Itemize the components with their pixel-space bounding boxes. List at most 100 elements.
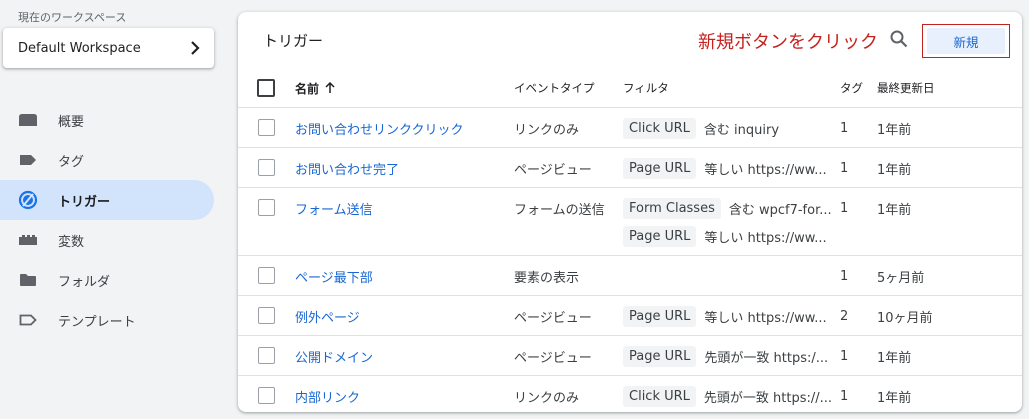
annotation-text: 新規ボタンをクリック: [698, 32, 878, 53]
chevron-right-icon: [191, 41, 200, 55]
overview-icon: [18, 110, 38, 130]
filter-variable-chip: Page URL: [623, 345, 697, 367]
table-row: 公開ドメイン ページビュー Page URL 先頭が一致 https:/... …: [238, 336, 1022, 376]
filter-condition: 含む wpcf7-for...: [728, 202, 832, 218]
tag-count: 1: [840, 268, 849, 284]
event-type: フォームの送信: [514, 202, 605, 218]
sidebar-item-templates[interactable]: テンプレート: [0, 300, 214, 340]
filter-variable-chip: Page URL: [623, 225, 697, 247]
filter-condition: 先頭が一致 https:/...: [704, 350, 829, 366]
sort-ascending-icon: [325, 82, 335, 93]
row-checkbox[interactable]: [258, 199, 275, 216]
table-row: お問い合わせ完了 ページビュー Page URL 等しい https://ww.…: [238, 148, 1022, 188]
last-updated: 10ヶ月前: [877, 310, 933, 326]
column-header-updated[interactable]: 最終更新日: [877, 68, 935, 108]
trigger-name-link[interactable]: お問い合わせ完了: [295, 148, 399, 188]
tag-count: 2: [840, 308, 849, 324]
filter-line: Form Classes 含む wpcf7-for...: [623, 194, 835, 222]
row-checkbox[interactable]: [258, 267, 275, 284]
search-icon[interactable]: [890, 30, 908, 48]
filter-variable-chip: Click URL: [623, 385, 696, 407]
variable-icon: [18, 230, 38, 250]
filter-variable-chip: Click URL: [623, 117, 696, 139]
table-header: 名前 イベントタイプ フィルタ タグ 最終更新日: [238, 68, 1022, 108]
filter-variable-chip: Page URL: [623, 305, 697, 327]
last-updated: 1年前: [877, 390, 912, 406]
select-all-checkbox[interactable]: [257, 79, 275, 97]
triggers-card: トリガー 新規 名前 イベントタイプ フィルタ タグ 最終更新日 お問い合わせリ…: [238, 12, 1022, 412]
filter-condition: 等しい https://ww...: [704, 310, 827, 326]
filter-cell: Page URL 等しい https://ww...: [623, 148, 835, 188]
filter-condition: 等しい https://ww...: [704, 230, 827, 246]
sidebar-item-label: タグ: [58, 154, 85, 170]
column-header-name[interactable]: 名前: [295, 68, 335, 108]
workspace-selector[interactable]: Default Workspace: [3, 28, 214, 68]
folder-icon: [18, 270, 38, 290]
tag-count: 1: [840, 120, 849, 136]
row-checkbox[interactable]: [258, 119, 275, 136]
row-checkbox[interactable]: [258, 347, 275, 364]
sidebar-item-label: 概要: [58, 114, 85, 130]
table-row: フォーム送信 フォームの送信 Form Classes 含む wpcf7-for…: [238, 188, 1022, 256]
filter-cell: Click URL 先頭が一致 https://...: [623, 376, 835, 412]
event-type: ページビュー: [514, 350, 592, 366]
last-updated: 1年前: [877, 350, 912, 366]
table-row: お問い合わせリンククリック リンクのみ Click URL 含む inquiry…: [238, 108, 1022, 148]
last-updated: 5ヶ月前: [877, 270, 925, 286]
trigger-name-link[interactable]: ページ最下部: [295, 256, 373, 296]
page-title: トリガー: [263, 32, 324, 50]
sidebar: 現在のワークスペース Default Workspace 概要 タグ トリガー: [0, 0, 222, 419]
event-type: リンクのみ: [514, 390, 580, 406]
sidebar-item-variables[interactable]: 変数: [0, 220, 214, 260]
table-row: ページ最下部 要素の表示 1 5ヶ月前: [238, 256, 1022, 296]
table-row: 内部リンク リンクのみ Click URL 先頭が一致 https://... …: [238, 376, 1022, 412]
tag-count: 1: [840, 200, 849, 216]
new-trigger-button[interactable]: 新規: [927, 28, 1005, 54]
filter-condition: 含む inquiry: [703, 122, 780, 138]
row-checkbox[interactable]: [258, 307, 275, 324]
row-checkbox[interactable]: [258, 387, 275, 404]
filter-variable-chip: Page URL: [623, 157, 697, 179]
trigger-name-link[interactable]: 公開ドメイン: [295, 336, 373, 376]
filter-condition: 等しい https://ww...: [704, 162, 827, 178]
tag-count: 1: [840, 160, 849, 176]
sidebar-item-tags[interactable]: タグ: [0, 140, 214, 180]
trigger-name-link[interactable]: お問い合わせリンククリック: [295, 108, 463, 148]
event-type: ページビュー: [514, 310, 592, 326]
column-header-event[interactable]: イベントタイプ: [514, 68, 595, 108]
sidebar-item-folders[interactable]: フォルダ: [0, 260, 214, 300]
filter-cell: Form Classes 含む wpcf7-for... Page URL 等し…: [623, 194, 835, 250]
sidebar-item-triggers[interactable]: トリガー: [0, 180, 214, 220]
sidebar-item-label: トリガー: [58, 194, 111, 210]
event-type: 要素の表示: [514, 270, 580, 286]
filter-variable-chip: Form Classes: [623, 197, 721, 219]
sidebar-item-label: フォルダ: [58, 274, 111, 290]
table-row: 例外ページ ページビュー Page URL 等しい https://ww... …: [238, 296, 1022, 336]
filter-cell: Page URL 等しい https://ww...: [623, 296, 835, 336]
filter-cell: Click URL 含む inquiry: [623, 108, 835, 148]
workspace-name: Default Workspace: [18, 40, 141, 56]
sidebar-nav: 概要 タグ トリガー 変数 フォルダ テンプレート: [0, 100, 214, 340]
column-header-filter: フィルタ: [623, 81, 669, 95]
sidebar-item-label: 変数: [58, 234, 85, 250]
filter-line: Page URL 等しい https://ww...: [623, 222, 835, 250]
event-type: リンクのみ: [514, 122, 580, 138]
sidebar-item-label: テンプレート: [58, 314, 136, 330]
last-updated: 1年前: [877, 122, 912, 138]
event-type: ページビュー: [514, 162, 592, 178]
workspace-label: 現在のワークスペース: [18, 11, 127, 24]
row-checkbox[interactable]: [258, 159, 275, 176]
trigger-name-link[interactable]: 例外ページ: [295, 296, 360, 336]
trigger-name-link[interactable]: 内部リンク: [295, 376, 360, 412]
tag-count: 1: [840, 348, 849, 364]
column-header-tag[interactable]: タグ: [840, 68, 863, 108]
sidebar-item-overview[interactable]: 概要: [0, 100, 214, 140]
trigger-name-link[interactable]: フォーム送信: [295, 188, 373, 228]
filter-condition: 先頭が一致 https://...: [703, 390, 833, 406]
tag-count: 1: [840, 388, 849, 404]
template-icon: [18, 310, 38, 330]
last-updated: 1年前: [877, 202, 912, 218]
filter-cell: Page URL 先頭が一致 https:/...: [623, 336, 835, 376]
triggers-table: 名前 イベントタイプ フィルタ タグ 最終更新日 お問い合わせリンククリック リ…: [238, 68, 1022, 412]
trigger-icon: [18, 190, 38, 210]
